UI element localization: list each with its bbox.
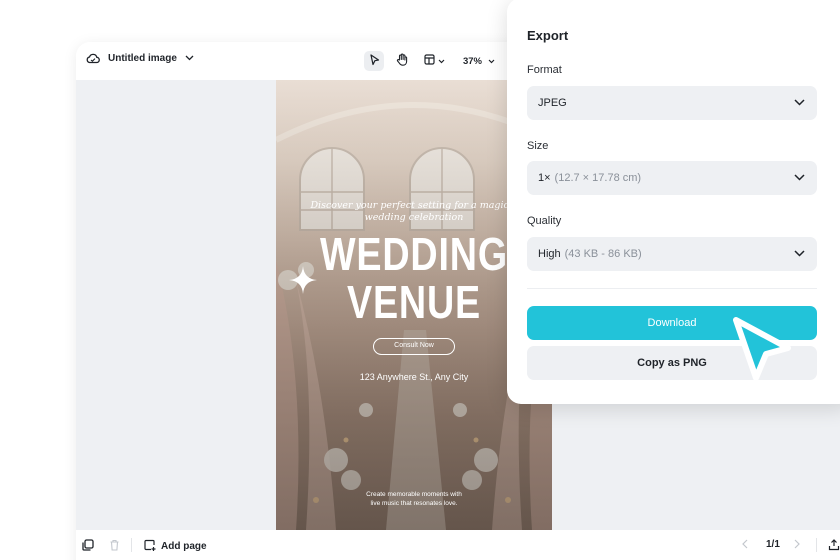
layout-menu-button[interactable]	[420, 51, 448, 71]
add-page-button[interactable]: Add page	[144, 539, 207, 554]
hand-icon	[396, 53, 408, 69]
format-value: JPEG	[538, 97, 567, 109]
share-button[interactable]	[828, 539, 840, 554]
poster-title-line-1: WEDDING	[319, 228, 509, 280]
select-tool-button[interactable]	[364, 51, 384, 71]
cloud-icon	[86, 52, 100, 64]
poster-tagline: Create memorable moments with live music…	[276, 490, 552, 508]
toolbar-divider	[131, 538, 132, 552]
page-indicator: 1/1	[766, 539, 780, 550]
chevron-down-icon	[488, 56, 495, 67]
add-page-icon	[144, 539, 156, 554]
previous-page-button[interactable]	[742, 539, 748, 552]
zoom-level: 37%	[462, 55, 482, 67]
size-select[interactable]: 1× (12.7 × 17.78 cm)	[527, 161, 817, 195]
add-page-label: Add page	[161, 541, 207, 552]
poster-title-line-2: VENUE	[346, 276, 482, 328]
share-icon	[828, 539, 840, 554]
tagline-line-1: Create memorable moments with	[366, 491, 462, 498]
poster-consult-button: Consult Now	[373, 338, 455, 355]
quality-select[interactable]: High (43 KB - 86 KB)	[527, 237, 817, 271]
canvas-toolbar: 37%	[364, 51, 502, 71]
editor-bottombar: Add page 1/1	[76, 530, 840, 560]
chevron-down-icon	[185, 55, 194, 61]
chevron-down-icon	[794, 248, 805, 260]
quality-detail: (43 KB - 86 KB)	[564, 248, 642, 260]
layers-icon	[82, 539, 94, 554]
chevron-right-icon	[794, 539, 800, 552]
next-page-button[interactable]	[794, 539, 800, 552]
app-stage: Untitled image 37% Discover your perfect…	[0, 0, 840, 560]
toolbar-divider	[816, 538, 817, 552]
tagline-line-2: live music that resonates love.	[370, 500, 458, 507]
layers-button[interactable]	[82, 539, 94, 554]
chevron-left-icon	[742, 539, 748, 552]
zoom-menu[interactable]: 37%	[456, 51, 502, 71]
hand-tool-button[interactable]	[392, 51, 412, 71]
chevron-down-icon	[794, 172, 805, 184]
layout-icon	[423, 54, 435, 68]
size-value: 1×	[538, 172, 551, 184]
panel-divider	[527, 288, 817, 289]
pointer-icon	[369, 53, 380, 69]
format-select[interactable]: JPEG	[527, 86, 817, 120]
quality-label: Quality	[527, 215, 562, 227]
chevron-down-icon	[438, 56, 445, 67]
trash-icon	[109, 539, 120, 554]
quality-value: High	[538, 248, 561, 260]
cursor-arrow-icon	[733, 317, 791, 381]
export-title: Export	[527, 28, 569, 43]
size-detail: (12.7 × 17.78 cm)	[554, 172, 642, 184]
document-title-menu[interactable]: Untitled image	[86, 52, 194, 64]
size-label: Size	[527, 140, 549, 152]
document-title: Untitled image	[108, 52, 177, 64]
format-label: Format	[527, 64, 562, 76]
chevron-down-icon	[794, 97, 805, 109]
delete-page-button[interactable]	[109, 539, 120, 554]
